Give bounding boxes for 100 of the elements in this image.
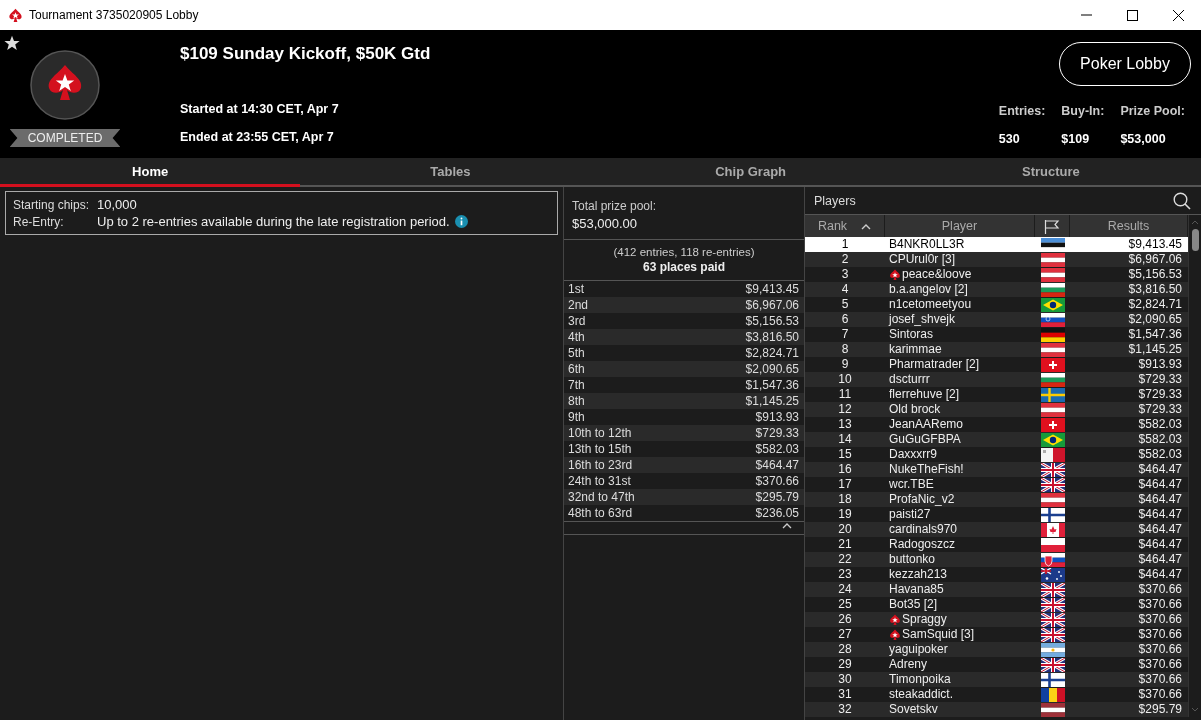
result-cell: $464.47 <box>1070 522 1188 537</box>
payout-place: 9th <box>568 409 585 425</box>
player-name[interactable]: Bot35 [2] <box>889 597 938 612</box>
scroll-thumb[interactable] <box>1191 229 1199 251</box>
payout-place: 4th <box>568 329 585 345</box>
collapse-caret-icon[interactable] <box>782 522 792 530</box>
flag-icon <box>1040 447 1065 462</box>
stat-label: Entries: <box>998 104 1046 118</box>
stat-value: $109 <box>1061 132 1091 146</box>
payout-amount: $729.33 <box>755 425 799 441</box>
tab[interactable]: Tables <box>300 158 601 187</box>
poker-lobby-button[interactable]: Poker Lobby <box>1059 42 1191 86</box>
result-cell: $729.33 <box>1070 402 1188 417</box>
players-title: Players <box>814 193 856 208</box>
result-cell: $582.03 <box>1070 432 1188 447</box>
flag-icon <box>1040 342 1065 357</box>
rank-cell: 2 <box>805 252 885 267</box>
column-header[interactable]: Player <box>885 215 1035 237</box>
tab[interactable]: Structure <box>900 158 1201 187</box>
spade-badge-icon <box>889 268 901 281</box>
player-name[interactable]: Adreny <box>889 657 928 672</box>
player-name[interactable]: paisti27 <box>889 507 931 522</box>
column-header[interactable]: Rank <box>805 215 885 237</box>
flag-icon <box>1040 477 1065 492</box>
player-name[interactable]: JeanAARemo <box>889 417 964 432</box>
player-name[interactable]: wcr.TBE <box>889 477 934 492</box>
tab[interactable]: Home <box>0 158 301 187</box>
info-label: Re-Entry: <box>13 214 65 229</box>
payout-place: 8th <box>568 393 585 409</box>
player-name[interactable]: peace&loove <box>902 267 972 282</box>
status-badge: COMPLETED <box>9 129 121 147</box>
payout-place: 24th to 31st <box>568 473 631 489</box>
player-name[interactable]: Pharmatrader [2] <box>889 357 980 372</box>
flag-icon <box>1040 612 1065 627</box>
player-name[interactable]: flerrehuve [2] <box>889 387 960 402</box>
tab[interactable]: Chip Graph <box>600 158 901 187</box>
scrollbar[interactable] <box>1188 215 1201 717</box>
spade-badge-icon <box>889 628 901 641</box>
flag-icon <box>1040 492 1065 507</box>
flag-icon <box>1040 297 1065 312</box>
rank-cell: 1 <box>805 237 885 252</box>
flag-icon <box>1040 597 1065 612</box>
payout-place: 13th to 15th <box>568 441 632 457</box>
rank-cell: 10 <box>805 372 885 387</box>
player-name[interactable]: kezzah213 <box>889 567 948 582</box>
payout-amount: $6,967.06 <box>745 297 799 313</box>
result-cell: $464.47 <box>1070 552 1188 567</box>
rank-cell: 14 <box>805 432 885 447</box>
payout-place: 6th <box>568 361 585 377</box>
flag-icon <box>1040 552 1065 567</box>
payout-amount: $5,156.53 <box>745 313 799 329</box>
flag-icon <box>1040 402 1065 417</box>
payout-amount: $370.66 <box>755 473 799 489</box>
rank-cell: 16 <box>805 462 885 477</box>
payout-amount: $913.93 <box>755 409 799 425</box>
payout-amount: $1,145.25 <box>745 393 799 409</box>
info-value: 10,000 <box>97 197 137 212</box>
entries-note: (412 entries, 118 re-entries) <box>613 246 755 258</box>
flag-icon <box>1040 627 1065 642</box>
flag-icon <box>1040 537 1065 552</box>
flag-icon <box>1040 267 1065 282</box>
window-title: Tournament 3735020905 Lobby <box>29 8 200 22</box>
search-icon[interactable] <box>1173 191 1191 210</box>
rank-cell: 26 <box>805 612 885 627</box>
payout-amount: $2,824.71 <box>745 345 799 361</box>
spade-logo-icon <box>30 50 100 120</box>
tournament-title: $109 Sunday Kickoff, $50K Gtd <box>180 44 432 65</box>
result-cell: $370.66 <box>1070 612 1188 627</box>
player-name[interactable]: Sintoras <box>889 327 934 342</box>
flag-icon <box>1040 462 1065 477</box>
stat-label: Prize Pool: <box>1120 104 1185 118</box>
flag-column-icon[interactable] <box>1044 218 1060 234</box>
payout-amount: $464.47 <box>755 457 799 473</box>
flag-icon <box>1040 372 1065 387</box>
flag-icon <box>1040 642 1065 657</box>
rank-cell: 30 <box>805 672 885 687</box>
rank-cell: 20 <box>805 522 885 537</box>
prize-pool-amount: $53,000.00 <box>572 216 639 231</box>
rank-cell: 28 <box>805 642 885 657</box>
app-logo-icon <box>8 7 23 23</box>
flag-icon <box>1040 672 1065 687</box>
payout-amount: $236.05 <box>755 505 799 521</box>
column-header[interactable]: Results <box>1070 215 1188 237</box>
result-cell: $729.33 <box>1070 372 1188 387</box>
rank-cell: 6 <box>805 312 885 327</box>
player-name[interactable]: SamSquid [3] <box>902 627 975 642</box>
player-name[interactable]: Radogoszcz <box>889 537 956 552</box>
flag-icon <box>1040 687 1065 702</box>
info-icon[interactable] <box>454 215 468 228</box>
flag-icon <box>1040 252 1065 267</box>
player-name[interactable]: n1cetomeetyou <box>889 297 972 312</box>
payout-amount: $582.03 <box>755 441 799 457</box>
payout-amount: $9,413.45 <box>745 281 799 297</box>
player-name[interactable]: Daxxxrr9 <box>889 447 937 462</box>
rank-cell: 18 <box>805 492 885 507</box>
payout-amount: $3,816.50 <box>745 329 799 345</box>
star-icon[interactable] <box>4 35 20 51</box>
sort-caret-icon <box>861 222 872 230</box>
player-name[interactable]: steakaddict. <box>889 687 954 702</box>
flag-icon <box>1040 657 1065 672</box>
